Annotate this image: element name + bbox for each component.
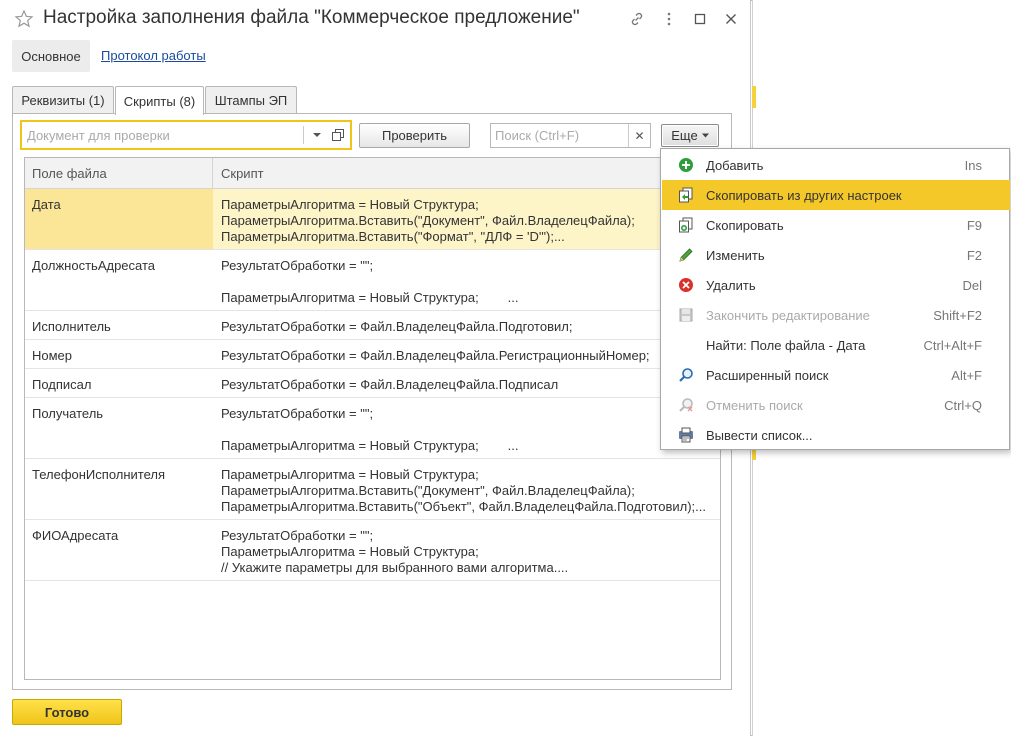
search-icon (678, 367, 694, 383)
clear-search-icon[interactable]: ✕ (628, 124, 650, 147)
table-row[interactable]: Дата ПараметрыАлгоритма = Новый Структур… (25, 189, 720, 250)
done-button[interactable]: Готово (12, 699, 122, 725)
column-header-script[interactable]: Скрипт (221, 166, 264, 181)
menu-item-label: Отменить поиск (706, 398, 803, 413)
chevron-down-icon[interactable] (309, 127, 325, 143)
copy-icon (678, 217, 694, 233)
script-cell: РезультатОбработки = ""; ПараметрыАлгори… (221, 528, 569, 575)
more-button-label: Еще (671, 128, 698, 143)
add-icon (678, 157, 694, 173)
table-row[interactable]: Получатель РезультатОбработки = ""; Пара… (25, 398, 720, 459)
tab-stamps[interactable]: Штампы ЭП (205, 86, 297, 114)
field-cell: Получатель (32, 406, 104, 421)
menu-item-label: Добавить (706, 158, 764, 173)
menu-item-label: Закончить редактирование (706, 308, 870, 323)
document-check-placeholder: Документ для проверки (27, 128, 170, 143)
search-input[interactable]: Поиск (Ctrl+F) ✕ (490, 123, 651, 148)
cancel-search-icon (678, 397, 694, 413)
open-form-icon[interactable] (330, 127, 346, 143)
link-icon[interactable] (627, 9, 647, 29)
field-cell: Дата (25, 189, 213, 249)
window-title: Настройка заполнения файла "Коммерческое… (43, 7, 580, 28)
menu-item-copy-from-settings[interactable]: Скопировать из других настроек (662, 180, 1010, 210)
field-cell: ТелефонИсполнителя (32, 467, 166, 482)
menu-item-label: Найти: Поле файла - Дата (706, 338, 866, 353)
menu-item-shortcut: F2 (966, 248, 982, 263)
script-cell: ПараметрыАлгоритма = Новый Структура; Па… (221, 197, 635, 244)
menu-item-shortcut: Ctrl+Q (944, 398, 982, 413)
document-check-field[interactable]: Документ для проверки (20, 120, 352, 150)
menu-item-shortcut: Alt+F (951, 368, 982, 383)
menu-item-label: Изменить (706, 248, 765, 263)
script-cell: РезультатОбработки = Файл.ВладелецФайла.… (221, 348, 650, 363)
menu-item-label: Вывести список... (706, 428, 813, 443)
field-cell: Подписал (32, 377, 92, 392)
menu-item-add[interactable]: Добавить Ins (662, 150, 1010, 180)
table-row[interactable]: Исполнитель РезультатОбработки = Файл.Вл… (25, 311, 720, 340)
script-cell: РезультатОбработки = Файл.ВладелецФайла.… (221, 377, 559, 392)
field-separator (303, 126, 304, 144)
close-icon[interactable] (721, 9, 741, 29)
title-bar: Настройка заполнения файла "Коммерческое… (0, 0, 751, 38)
more-menu: Добавить Ins Скопировать из других настр… (660, 148, 1010, 450)
copy-from-icon (678, 187, 694, 203)
settings-window: Настройка заполнения файла "Коммерческое… (0, 0, 751, 736)
check-button[interactable]: Проверить (359, 123, 470, 148)
delete-icon (678, 277, 694, 293)
column-header-field[interactable]: Поле файла (32, 166, 107, 181)
script-cell: РезультатОбработки = Файл.ВладелецФайла.… (221, 319, 573, 334)
menu-item-label: Скопировать из других настроек (706, 188, 902, 203)
field-cell: Номер (32, 348, 73, 363)
menu-item-label: Скопировать (706, 218, 784, 233)
menu-item-shortcut: Ins (964, 158, 982, 173)
menu-item-label: Удалить (706, 278, 756, 293)
section-main[interactable]: Основное (12, 40, 90, 72)
menu-item-cancel-search[interactable]: Отменить поиск Ctrl+Q (662, 390, 1010, 420)
script-cell: ПараметрыАлгоритма = Новый Структура; Па… (221, 467, 706, 514)
maximize-icon[interactable] (690, 9, 710, 29)
menu-item-label: Расширенный поиск (706, 368, 829, 383)
menu-item-shortcut: F9 (966, 218, 982, 233)
chevron-down-icon (701, 133, 709, 138)
tab-requisites[interactable]: Реквизиты (1) (12, 86, 114, 114)
menu-item-shortcut: Del (962, 278, 982, 293)
tab-scripts[interactable]: Скрипты (8) (115, 86, 204, 115)
menu-item-copy[interactable]: Скопировать F9 (662, 210, 1010, 240)
field-cell: Исполнитель (32, 319, 111, 334)
menu-item-finish-editing[interactable]: Закончить редактирование Shift+F2 (662, 300, 1010, 330)
table-row[interactable]: ТелефонИсполнителя ПараметрыАлгоритма = … (25, 459, 720, 520)
table-row[interactable]: Подписал РезультатОбработки = Файл.Владе… (25, 369, 720, 398)
more-button[interactable]: Еще (661, 124, 719, 147)
table-row[interactable]: ФИОАдресата РезультатОбработки = ""; Пар… (25, 520, 720, 581)
background-accent (752, 86, 756, 108)
table-row[interactable]: Номер РезультатОбработки = Файл.Владелец… (25, 340, 720, 369)
star-icon[interactable] (14, 9, 34, 29)
finish-edit-icon (678, 307, 694, 323)
section-log-link[interactable]: Протокол работы (101, 48, 206, 63)
more-vertical-icon[interactable] (659, 9, 679, 29)
script-cell: РезультатОбработки = ""; ПараметрыАлгори… (221, 258, 519, 305)
search-placeholder: Поиск (Ctrl+F) (495, 128, 580, 143)
menu-item-delete[interactable]: Удалить Del (662, 270, 1010, 300)
column-divider (212, 158, 213, 189)
script-cell: РезультатОбработки = ""; ПараметрыАлгори… (221, 406, 519, 453)
menu-item-find-by-field[interactable]: Найти: Поле файла - Дата Ctrl+Alt+F (662, 330, 1010, 360)
field-cell: ФИОАдресата (32, 528, 119, 543)
menu-item-advanced-search[interactable]: Расширенный поиск Alt+F (662, 360, 1010, 390)
menu-item-shortcut: Shift+F2 (933, 308, 982, 323)
table-header: Поле файла Скрипт (25, 158, 720, 189)
menu-item-shortcut: Ctrl+Alt+F (923, 338, 982, 353)
table-row[interactable]: ДолжностьАдресата РезультатОбработки = "… (25, 250, 720, 311)
menu-item-print-list[interactable]: Вывести список... (662, 420, 1010, 450)
scripts-table: Поле файла Скрипт Дата ПараметрыАлгоритм… (24, 157, 721, 680)
menu-item-edit[interactable]: Изменить F2 (662, 240, 1010, 270)
pencil-icon (678, 247, 694, 263)
print-list-icon (678, 427, 694, 443)
field-cell: ДолжностьАдресата (32, 258, 156, 273)
